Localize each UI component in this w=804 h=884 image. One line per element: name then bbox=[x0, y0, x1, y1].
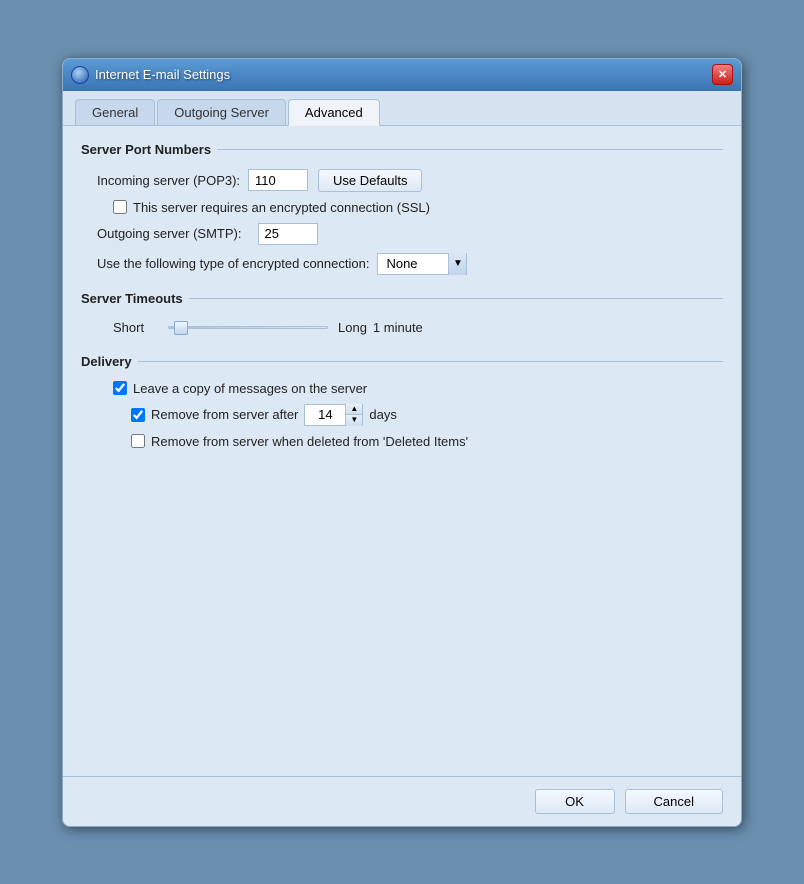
server-timeouts-header: Server Timeouts bbox=[81, 291, 723, 306]
remove-after-label: Remove from server after bbox=[151, 407, 298, 422]
incoming-server-input[interactable] bbox=[248, 169, 308, 191]
cancel-button[interactable]: Cancel bbox=[625, 789, 723, 814]
delivery-title: Delivery bbox=[81, 354, 132, 369]
encrypted-connection-value: None bbox=[378, 253, 448, 275]
section-divider-2 bbox=[189, 298, 723, 299]
remove-deleted-row: Remove from server when deleted from 'De… bbox=[81, 434, 723, 449]
spinbox-arrows: ▲ ▼ bbox=[345, 404, 362, 426]
short-label: Short bbox=[113, 320, 158, 335]
app-icon bbox=[71, 66, 89, 84]
days-suffix-label: days bbox=[369, 407, 396, 422]
server-timeouts-section: Server Timeouts Short Long 1 minute bbox=[81, 291, 723, 338]
close-button[interactable]: ✕ bbox=[712, 64, 733, 85]
timeout-value: 1 minute bbox=[373, 320, 423, 335]
days-input[interactable] bbox=[305, 405, 345, 425]
title-bar-left: Internet E-mail Settings bbox=[71, 66, 230, 84]
remove-after-row: Remove from server after ▲ ▼ days bbox=[81, 404, 723, 426]
tab-advanced[interactable]: Advanced bbox=[288, 99, 380, 126]
spinbox-down-button[interactable]: ▼ bbox=[346, 415, 362, 426]
leave-copy-label: Leave a copy of messages on the server bbox=[133, 381, 367, 396]
ok-button[interactable]: OK bbox=[535, 789, 615, 814]
server-port-numbers-title: Server Port Numbers bbox=[81, 142, 211, 157]
long-label: Long bbox=[338, 320, 367, 335]
encrypted-connection-dropdown[interactable]: None ▼ bbox=[377, 253, 467, 275]
encrypted-connection-label: Use the following type of encrypted conn… bbox=[97, 256, 369, 271]
outgoing-server-input[interactable] bbox=[258, 223, 318, 245]
slider-thumb[interactable] bbox=[174, 321, 188, 335]
server-timeouts-title: Server Timeouts bbox=[81, 291, 183, 306]
server-port-numbers-section: Server Port Numbers Incoming server (POP… bbox=[81, 142, 723, 275]
dialog-footer: OK Cancel bbox=[63, 776, 741, 826]
tabs-bar: General Outgoing Server Advanced bbox=[63, 91, 741, 126]
server-port-numbers-header: Server Port Numbers bbox=[81, 142, 723, 157]
outgoing-server-label: Outgoing server (SMTP): bbox=[97, 226, 242, 241]
dropdown-arrow-icon[interactable]: ▼ bbox=[448, 253, 466, 275]
timeout-slider[interactable] bbox=[168, 318, 328, 338]
spinbox-up-button[interactable]: ▲ bbox=[346, 404, 362, 415]
tab-general[interactable]: General bbox=[75, 99, 155, 125]
timeout-right: Long 1 minute bbox=[338, 320, 423, 335]
outgoing-server-row: Outgoing server (SMTP): bbox=[81, 223, 723, 245]
timeout-slider-row: Short Long 1 minute bbox=[81, 318, 723, 338]
title-bar: Internet E-mail Settings ✕ bbox=[63, 59, 741, 91]
content-area: Server Port Numbers Incoming server (POP… bbox=[63, 126, 741, 776]
encrypted-connection-row: Use the following type of encrypted conn… bbox=[81, 253, 723, 275]
ssl-checkbox-label: This server requires an encrypted connec… bbox=[133, 200, 430, 215]
remove-deleted-checkbox[interactable] bbox=[131, 434, 145, 448]
slider-line bbox=[168, 326, 328, 329]
leave-copy-row: Leave a copy of messages on the server bbox=[81, 381, 723, 396]
use-defaults-button[interactable]: Use Defaults bbox=[318, 169, 422, 192]
remove-deleted-label: Remove from server when deleted from 'De… bbox=[151, 434, 468, 449]
section-divider-1 bbox=[217, 149, 723, 150]
window-title: Internet E-mail Settings bbox=[95, 67, 230, 82]
incoming-server-label: Incoming server (POP3): bbox=[97, 173, 240, 188]
ssl-checkbox[interactable] bbox=[113, 200, 127, 214]
tab-outgoing-server[interactable]: Outgoing Server bbox=[157, 99, 286, 125]
delivery-header: Delivery bbox=[81, 354, 723, 369]
delivery-section: Delivery Leave a copy of messages on the… bbox=[81, 354, 723, 449]
leave-copy-checkbox[interactable] bbox=[113, 381, 127, 395]
section-divider-3 bbox=[138, 361, 723, 362]
remove-after-checkbox[interactable] bbox=[131, 408, 145, 422]
ssl-checkbox-row: This server requires an encrypted connec… bbox=[81, 200, 723, 215]
days-spinbox[interactable]: ▲ ▼ bbox=[304, 404, 363, 426]
dialog-window: Internet E-mail Settings ✕ General Outgo… bbox=[62, 58, 742, 827]
incoming-server-row: Incoming server (POP3): Use Defaults bbox=[81, 169, 723, 192]
